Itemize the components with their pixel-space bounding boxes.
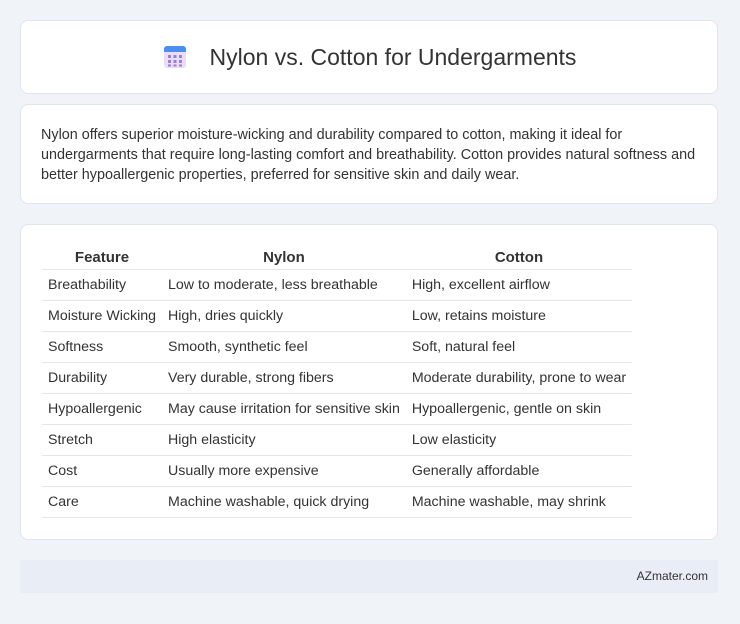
footer: AZmater.com [20, 560, 718, 593]
column-header-nylon: Nylon [263, 249, 305, 266]
cell-nylon: Smooth, synthetic feel [162, 331, 406, 363]
table-row: Softness Smooth, synthetic feel Soft, natu… [42, 331, 633, 363]
comparison-table: Feature Nylon Cotton Breathability Low to… [42, 243, 633, 518]
cell-cotton: Generally affordable [405, 455, 633, 487]
table-body: Breathability Low to moderate, less breat… [42, 269, 633, 518]
cell-nylon: Low to moderate, less breathable [162, 269, 406, 301]
summary-text: Nylon offers superior moisture-wicking a… [41, 127, 696, 183]
cell-feature: Moisture Wicking [42, 300, 163, 332]
column-header-cotton: Cotton [494, 249, 544, 266]
table-row: Stretch High elasticity Low elasticity [42, 424, 633, 456]
table-icon [163, 46, 186, 68]
cell-cotton: Soft, natural feel [405, 331, 633, 363]
page-title: Nylon vs. Cotton for Undergarments [209, 43, 577, 70]
table-row: Hypoallergenic May cause irritation for s… [42, 393, 633, 425]
cell-nylon: High, dries quickly [162, 300, 406, 332]
summary-card: Nylon offers superior moisture-wicking a… [20, 104, 718, 204]
footer-site-link[interactable]: AZmater.com [637, 569, 708, 583]
table-header-row: Feature Nylon Cotton [42, 243, 632, 270]
cell-nylon: May cause irritation for sensitive skin [162, 393, 406, 425]
cell-nylon: Very durable, strong fibers [162, 362, 406, 394]
comparison-card: Feature Nylon Cotton Breathability Low to… [20, 224, 718, 540]
cell-nylon: High elasticity [162, 424, 406, 456]
cell-feature: Breathability [42, 269, 163, 301]
cell-feature: Durability [42, 362, 163, 394]
cell-feature: Cost [42, 455, 163, 487]
cell-feature: Care [42, 486, 163, 518]
table-row: Moisture Wicking High, dries quickly Low, … [42, 300, 633, 332]
column-header-feature: Feature [74, 249, 130, 266]
cell-feature: Softness [42, 331, 163, 363]
title-card: Nylon vs. Cotton for Undergarments [20, 20, 718, 94]
table-row: Durability Very durable, strong fibers Mod… [42, 362, 633, 394]
cell-cotton: Low elasticity [405, 424, 633, 456]
cell-cotton: Machine washable, may shrink [405, 486, 633, 518]
cell-cotton: Moderate durability, prone to wear [405, 362, 633, 394]
cell-cotton: Hypoallergenic, gentle on skin [405, 393, 633, 425]
cell-feature: Hypoallergenic [42, 393, 163, 425]
cell-nylon: Machine washable, quick drying [162, 486, 406, 518]
table-row: Care Machine washable, quick drying Machin… [42, 486, 633, 518]
cell-feature: Stretch [42, 424, 163, 456]
cell-cotton: High, excellent airflow [405, 269, 633, 301]
table-row: Breathability Low to moderate, less breat… [42, 269, 633, 301]
table-row: Cost Usually more expensive Generally affo… [42, 455, 633, 487]
cell-nylon: Usually more expensive [162, 455, 406, 487]
cell-cotton: Low, retains moisture [405, 300, 633, 332]
